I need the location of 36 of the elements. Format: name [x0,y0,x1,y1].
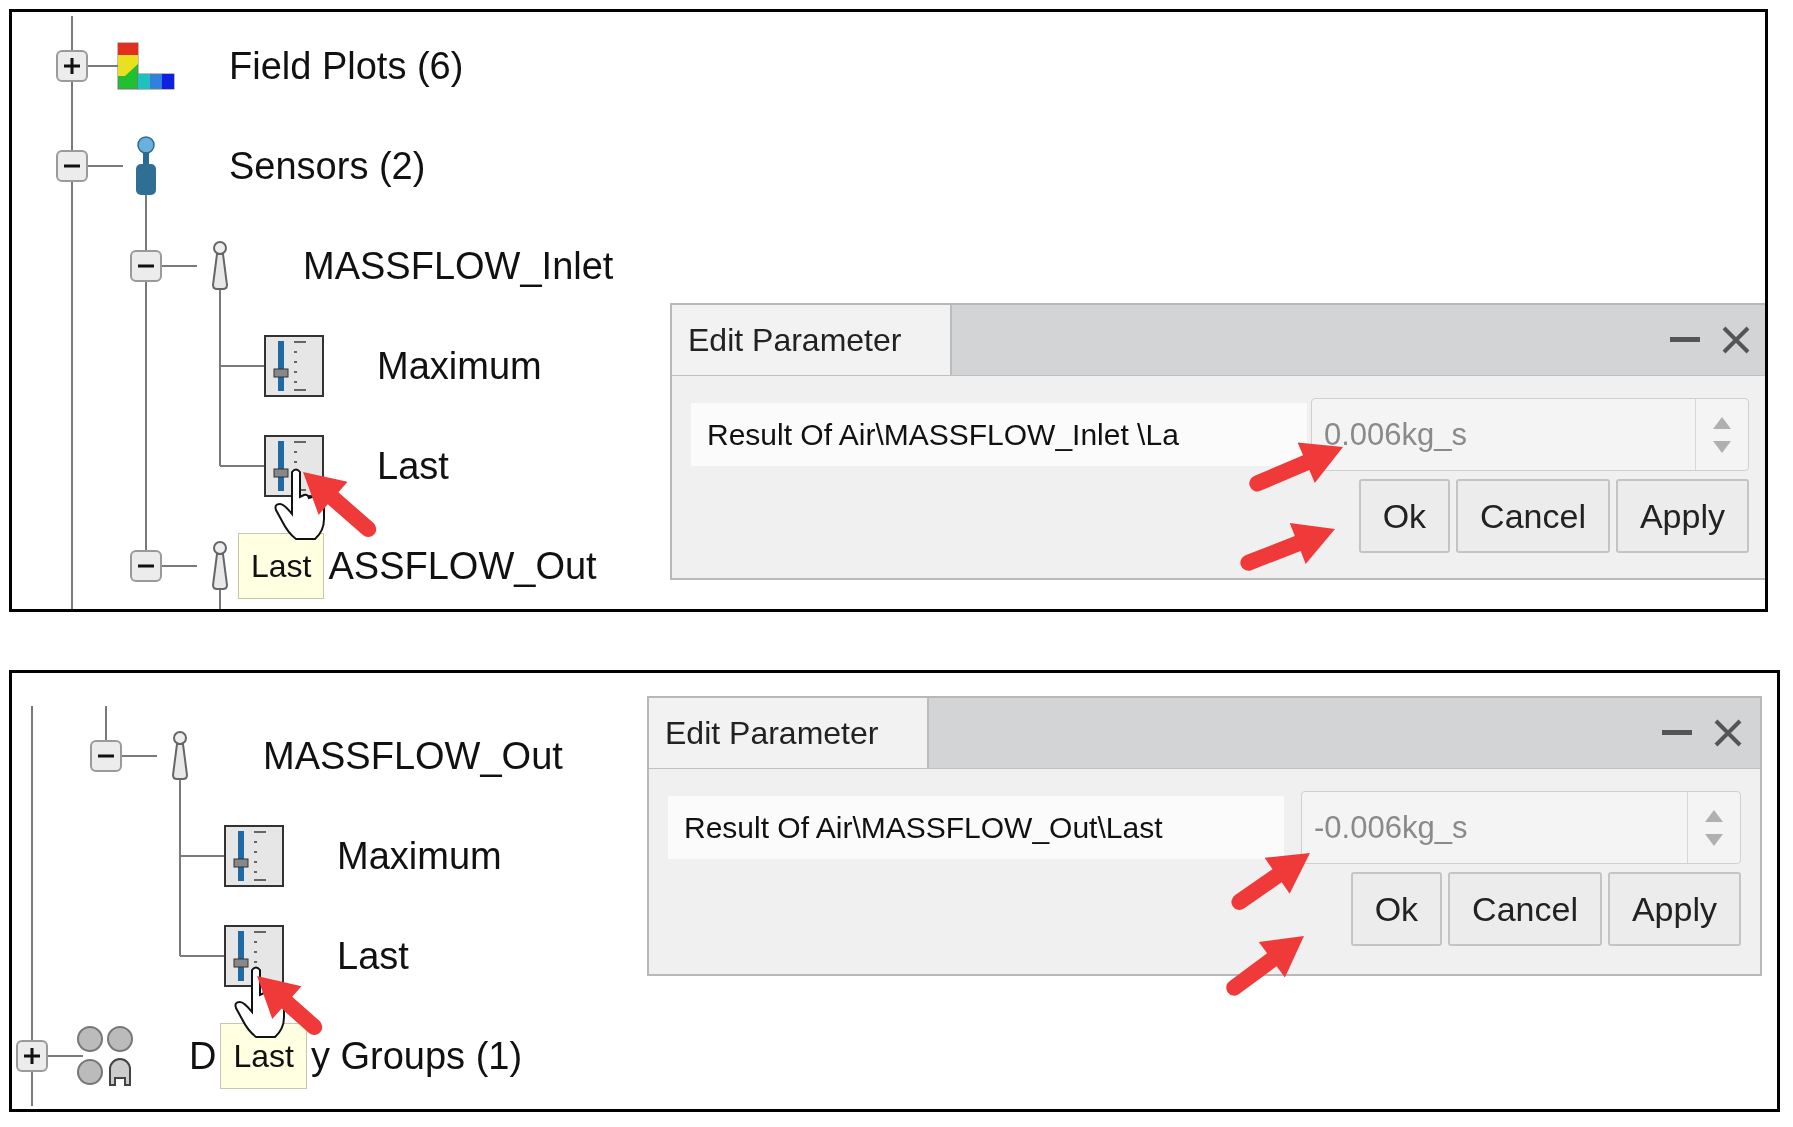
tree-item-label[interactable]: Last [377,444,449,488]
tree-item-label[interactable]: y Groups (1) [310,1034,523,1078]
expand-toggle[interactable] [90,740,122,772]
tree-item-label[interactable]: MASSFLOW_Inlet [303,244,614,288]
expand-toggle[interactable] [130,550,162,582]
minimize-icon[interactable] [1662,730,1692,736]
tooltip: Last [238,533,325,599]
tree-item-label[interactable]: Sensors (2) [229,144,426,188]
expand-toggle[interactable] [16,1040,48,1072]
slider-icon [224,825,284,887]
expand-toggle[interactable] [130,250,162,282]
sensor-icon [133,136,159,196]
tree-item-label[interactable]: Maximum [377,344,542,388]
tree-item-label[interactable]: Field Plots (6) [229,44,464,88]
tree-item-label[interactable]: Last [337,934,409,978]
slider-icon [264,335,324,397]
display-groups-icon [76,1025,136,1087]
field-plot-icon [117,42,175,90]
sensor-icon [169,731,191,781]
tree-item-label[interactable]: D [189,1034,217,1078]
hand-cursor-icon [274,467,326,541]
tree-item-label[interactable]: MASSFLOW_Out [263,734,563,778]
close-icon[interactable] [1714,719,1742,747]
dialog-title: Edit Parameter [672,305,952,375]
expand-toggle[interactable] [56,50,88,82]
sensor-icon [209,541,231,591]
dialog-title: Edit Parameter [649,698,929,768]
expand-toggle[interactable] [56,150,88,182]
sensor-icon [209,241,231,291]
minimize-icon[interactable] [1670,337,1700,343]
close-icon[interactable] [1722,326,1750,354]
slider-icon [224,925,284,987]
parameter-label: Result Of Air\MASSFLOW_Inlet \La [691,403,1307,466]
tree-item-label[interactable]: Maximum [337,834,502,878]
tree-item-label[interactable]: ASSFLOW_Out [328,544,597,588]
parameter-label: Result Of Air\MASSFLOW_Out\Last [668,796,1284,859]
